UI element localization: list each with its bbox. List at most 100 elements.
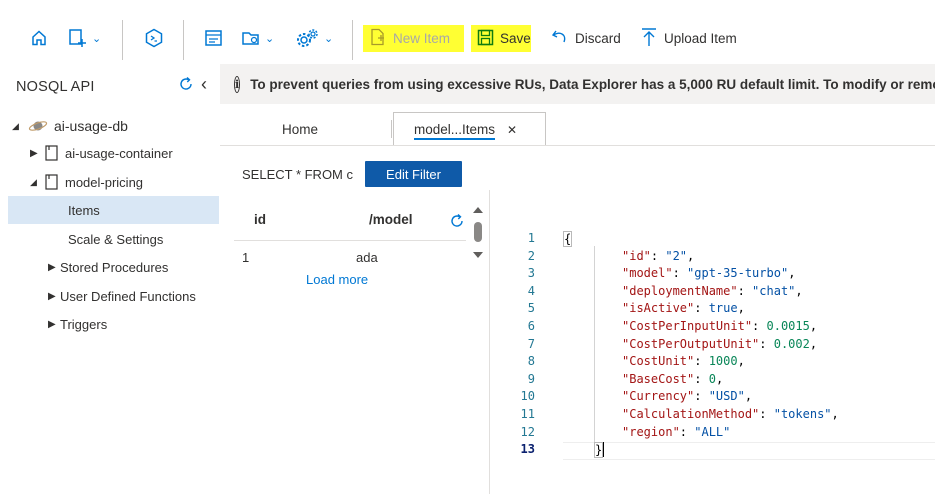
column-header-id[interactable]: id <box>254 212 266 227</box>
json-comma: , <box>809 319 818 333</box>
json-colon: : <box>759 407 774 421</box>
tab-home[interactable]: Home <box>250 112 350 146</box>
code-line: "CostPerOutputUnit": 0.002, <box>622 337 817 351</box>
caret-collapsed-icon[interactable]: ▶ <box>30 148 40 159</box>
json-colon: : <box>694 389 709 404</box>
tab-items[interactable]: model...Items ✕ <box>393 112 546 146</box>
indent-guide <box>594 246 595 446</box>
collapse-pane-icon[interactable]: ‹ <box>201 74 207 95</box>
json-comma: , <box>737 354 745 369</box>
json-value: 1000 <box>708 354 738 369</box>
caret-expanded-icon[interactable]: ◢ <box>12 121 22 132</box>
tree-item-scale-settings[interactable]: Scale & Settings <box>8 225 219 253</box>
caret-collapsed-icon[interactable]: ▶ <box>48 262 58 273</box>
line-number: 11 <box>520 407 535 421</box>
json-comma: , <box>788 266 796 281</box>
save-button[interactable]: Save <box>471 25 531 52</box>
chevron-down-icon[interactable]: ⌄ <box>92 32 101 45</box>
scroll-up-icon[interactable] <box>473 207 483 213</box>
open-brace: { <box>563 231 573 247</box>
open-query-icon[interactable]: ⌄ <box>241 28 274 48</box>
new-sql-query-icon[interactable] <box>204 28 224 48</box>
ru-limit-notification: i To prevent queries from using excessiv… <box>220 64 935 104</box>
cell-id[interactable]: 1 <box>242 250 249 265</box>
json-value: "chat" <box>752 283 796 298</box>
caret-collapsed-icon[interactable]: ▶ <box>48 291 58 302</box>
json-colon: : <box>694 354 709 369</box>
caret-expanded-icon[interactable]: ◢ <box>30 177 40 188</box>
toolbar-divider <box>352 20 353 60</box>
database-label: ai-usage-db <box>54 118 128 134</box>
close-icon[interactable]: ✕ <box>507 123 517 137</box>
line-number: 10 <box>520 389 535 404</box>
json-key: "id" <box>622 248 651 263</box>
info-icon: i <box>234 75 241 93</box>
home-icon[interactable] <box>30 29 48 47</box>
tab-strip-border <box>220 145 935 146</box>
upload-item-label: Upload Item <box>664 31 737 46</box>
cosmos-shell-icon[interactable] <box>144 28 164 48</box>
new-item-button[interactable]: New Item <box>363 25 464 52</box>
upload-icon <box>640 27 658 50</box>
json-colon: : <box>694 371 709 386</box>
code-line: } <box>594 442 605 459</box>
caret-collapsed-icon[interactable]: ▶ <box>48 319 58 330</box>
json-colon: : <box>737 283 753 298</box>
chevron-down-icon[interactable]: ⌄ <box>265 32 274 45</box>
load-more-link[interactable]: Load more <box>306 272 368 287</box>
tree-item-items[interactable]: Items <box>8 196 219 224</box>
code-line: "deploymentName": "chat", <box>622 284 803 298</box>
json-value: "gpt-35-turbo" <box>687 266 789 281</box>
tree-item-label: Scale & Settings <box>68 231 164 247</box>
tab-divider <box>391 120 392 138</box>
resource-tree-pane: NOSQL API ‹ ◢ ai-usage-db ▶ ai-usage-con… <box>0 64 220 494</box>
edit-filter-button[interactable]: Edit Filter <box>365 161 462 187</box>
undo-icon <box>551 28 569 49</box>
scroll-down-icon[interactable] <box>473 252 483 258</box>
discard-button[interactable]: Discard <box>545 25 627 52</box>
tree-container[interactable]: ◢ model-pricing <box>30 168 241 196</box>
json-colon: : <box>752 319 767 333</box>
json-comma: , <box>809 336 818 351</box>
container-label: ai-usage-container <box>65 145 173 161</box>
json-value: true <box>708 301 738 316</box>
cell-model[interactable]: ada <box>356 250 378 265</box>
tree-item-label: User Defined Functions <box>60 288 196 304</box>
column-header-model[interactable]: /model <box>369 212 413 227</box>
tab-active-indicator <box>413 138 495 140</box>
code-line: "Currency": "USD", <box>622 389 752 403</box>
json-colon: : <box>650 248 666 263</box>
api-title: NOSQL API <box>16 79 95 95</box>
scrollbar-thumb[interactable] <box>474 222 482 242</box>
json-key: "Currency" <box>622 389 695 404</box>
current-line-highlight <box>563 442 935 460</box>
json-key: "isActive" <box>622 301 695 316</box>
line-number: 13 <box>520 442 535 457</box>
upload-item-button[interactable]: Upload Item <box>634 25 743 52</box>
code-line: "CostPerInputUnit": 0.0015, <box>622 319 817 333</box>
new-container-icon[interactable]: ⌄ <box>68 28 101 48</box>
chevron-down-icon[interactable]: ⌄ <box>324 32 333 45</box>
tree-item-label: Triggers <box>60 316 108 332</box>
refresh-icon[interactable] <box>178 76 194 95</box>
discard-label: Discard <box>575 31 621 46</box>
save-icon <box>477 29 494 49</box>
refresh-icon[interactable] <box>449 213 465 232</box>
json-key: "model" <box>622 266 673 281</box>
tab-items-label: model...Items <box>413 122 495 137</box>
tree-container[interactable]: ▶ ai-usage-container <box>30 139 241 167</box>
document-editor[interactable]: 1 2 3 4 5 6 7 8 9 10 11 12 13 {"id": "2", "model": "g… <box>490 228 935 468</box>
tree-database[interactable]: ◢ ai-usage-db <box>12 112 223 140</box>
json-colon: : <box>679 424 695 439</box>
settings-gear-icon[interactable]: ⌄ <box>296 28 333 48</box>
container-label: model-pricing <box>65 174 144 190</box>
tree-item-stored-procedures[interactable]: ▶ Stored Procedures <box>48 253 259 281</box>
json-comma: , <box>795 283 803 298</box>
tree-item-triggers[interactable]: ▶ Triggers <box>48 310 259 338</box>
tree-item-udfs[interactable]: ▶ User Defined Functions <box>48 282 259 310</box>
json-value: 0.0015 <box>766 319 810 333</box>
line-number: 4 <box>527 283 535 298</box>
line-number: 7 <box>527 336 535 351</box>
json-value: "2" <box>665 248 688 263</box>
json-comma: , <box>687 248 695 263</box>
